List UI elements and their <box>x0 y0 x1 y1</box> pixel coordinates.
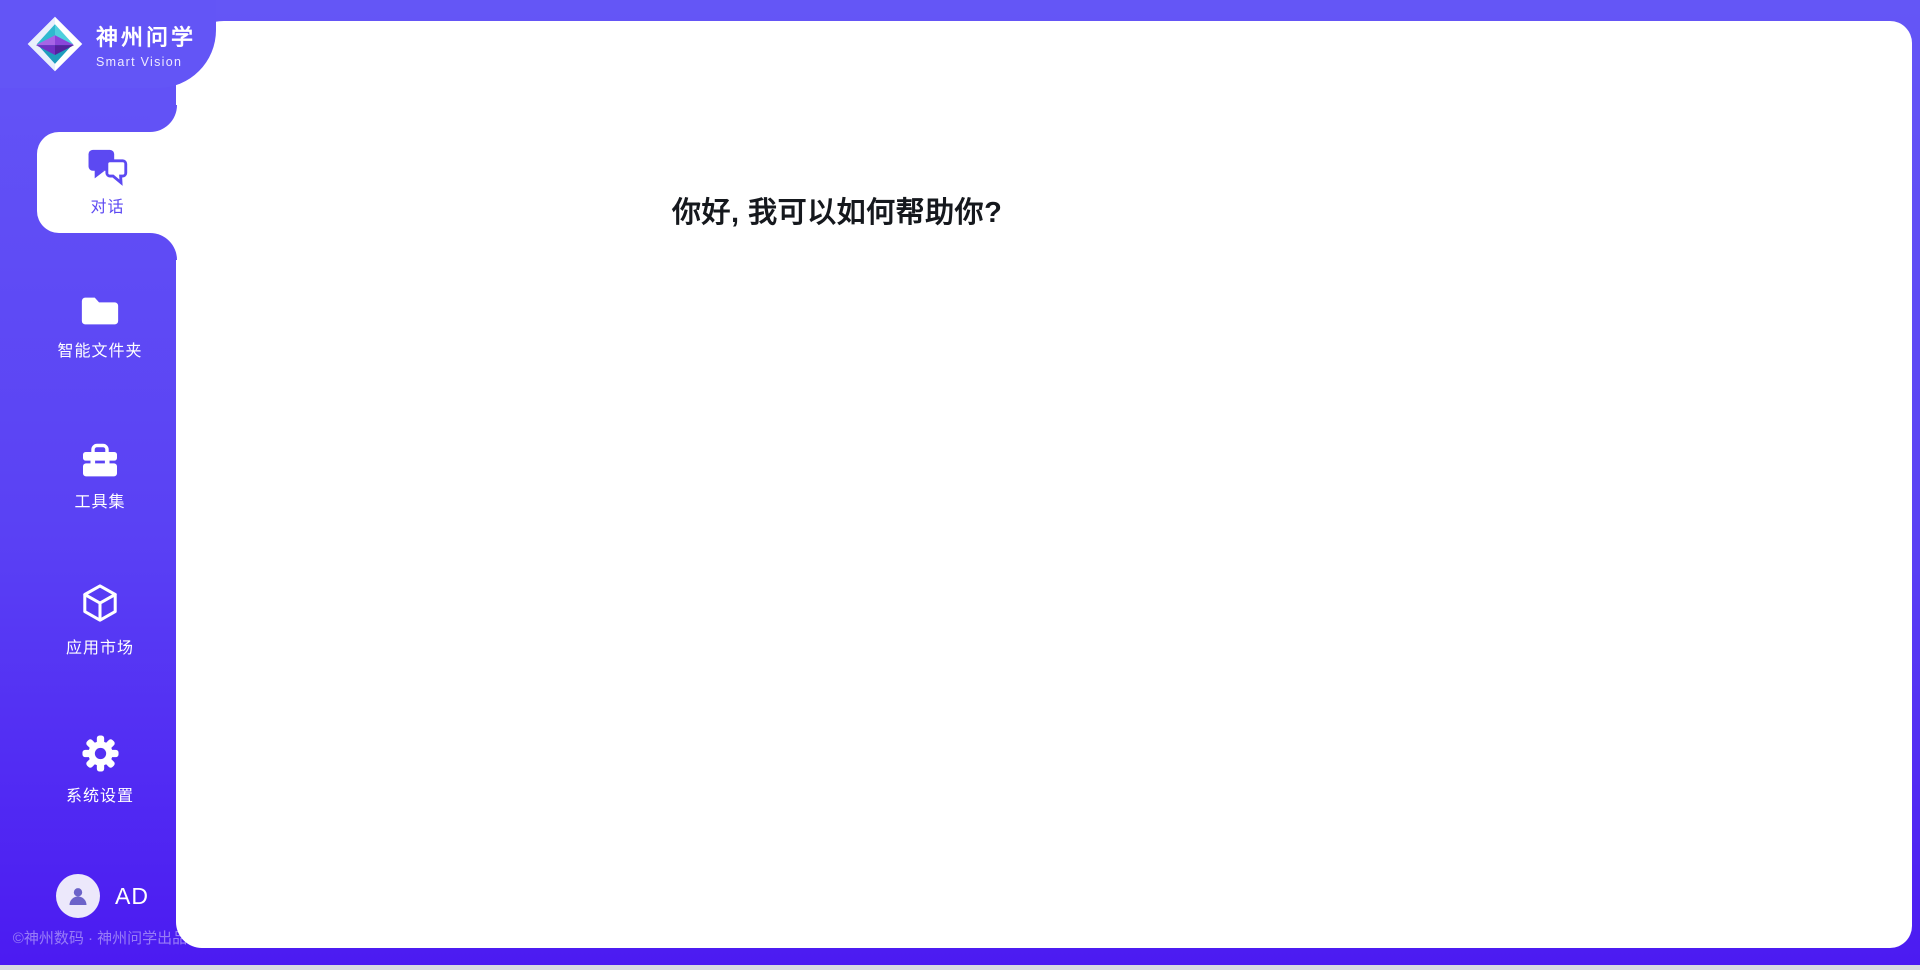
tab-connector-top <box>150 105 177 132</box>
gear-icon <box>81 734 120 773</box>
sidebar-item-label: 系统设置 <box>66 782 134 806</box>
cube-icon <box>81 583 119 625</box>
sidebar-item-label: 对话 <box>90 193 124 217</box>
main-panel <box>176 21 1912 948</box>
folder-icon <box>79 293 121 328</box>
sidebar-item-toolset[interactable]: 工具集 <box>0 443 200 512</box>
sidebar-item-label: 应用市场 <box>66 634 134 658</box>
sidebar-item-label: 智能文件夹 <box>57 337 142 361</box>
sidebar-item-app-market[interactable]: 应用市场 <box>0 583 200 658</box>
sidebar-item-label: 工具集 <box>74 488 125 512</box>
brand-diamond-icon <box>26 15 84 73</box>
brand-logo-block: 神州问学 Smart Vision <box>0 0 216 88</box>
avatar <box>56 874 100 918</box>
brand-tagline: Smart Vision <box>96 55 196 69</box>
chat-icon <box>87 148 129 186</box>
copyright-text: ©神州数码 · 神州问学出品 <box>0 927 200 948</box>
greeting-title: 你好, 我可以如何帮助你? <box>672 189 1002 231</box>
sidebar-item-settings[interactable]: 系统设置 <box>0 734 200 806</box>
person-icon <box>66 884 90 908</box>
tab-connector-bottom <box>150 233 177 260</box>
user-account[interactable]: AD <box>56 874 149 918</box>
app-root: 神州问学 Smart Vision 对话 智能文件夹 工具集 应用市场 系统设置… <box>0 0 1920 970</box>
brand-text: 神州问学 Smart Vision <box>96 20 196 69</box>
briefcase-icon <box>80 443 120 479</box>
sidebar-item-smart-folder[interactable]: 智能文件夹 <box>0 293 200 361</box>
user-name: AD <box>115 883 149 910</box>
brand-name: 神州问学 <box>96 20 196 52</box>
sidebar-item-chat[interactable]: 对话 <box>37 132 178 233</box>
horizontal-scrollbar[interactable] <box>0 965 1920 970</box>
